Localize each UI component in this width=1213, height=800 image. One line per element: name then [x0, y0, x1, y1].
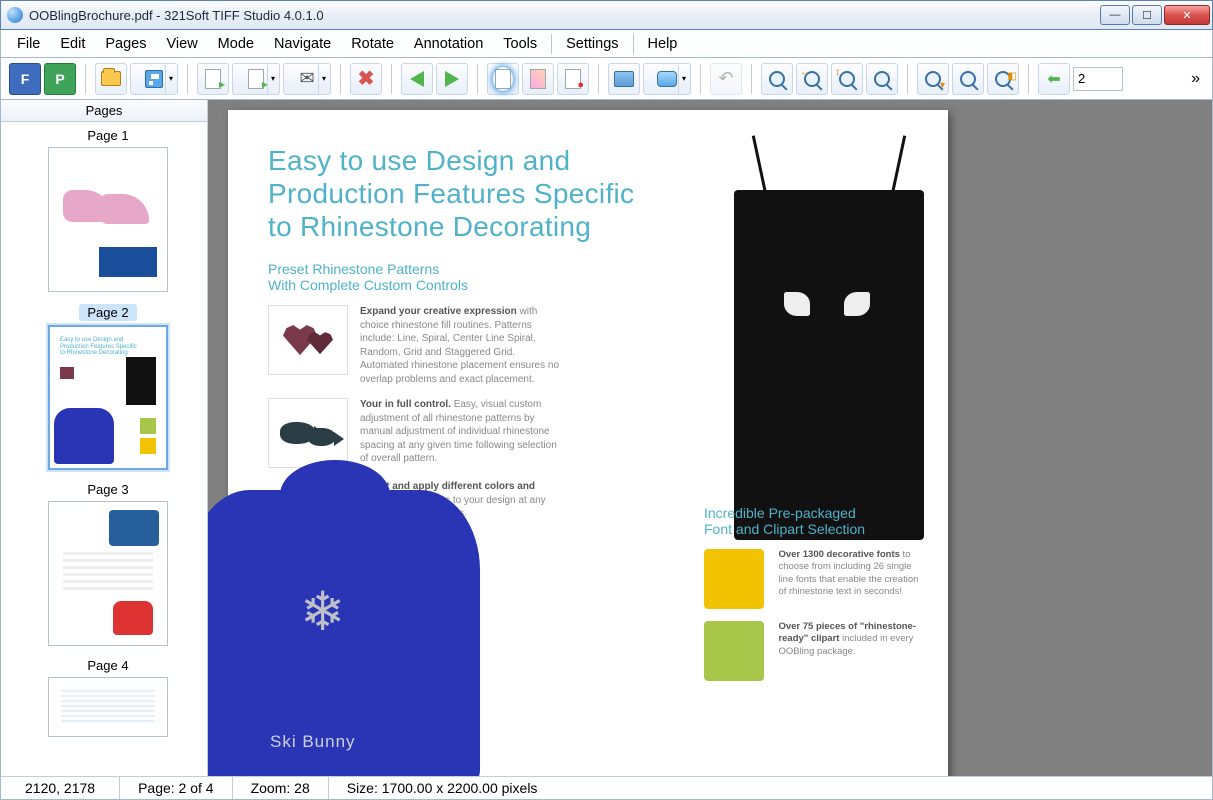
- zoom-fit-icon: [960, 71, 976, 87]
- save-icon: [145, 70, 163, 88]
- page-number-input[interactable]: [1073, 67, 1123, 91]
- new-file-button[interactable]: F: [9, 63, 41, 95]
- export-button[interactable]: ▸▾: [232, 63, 280, 95]
- clipart-icon: [704, 621, 764, 681]
- app-icon: [7, 7, 23, 23]
- statusbar: 2120, 2178 Page: 2 of 4 Zoom: 28 Size: 1…: [0, 776, 1213, 800]
- thumbnail-page-4[interactable]: Page 4: [9, 658, 207, 737]
- document-viewer[interactable]: Easy to use Design and Production Featur…: [208, 100, 1212, 776]
- pages-sidebar: Pages Page 1 Page 2 Easy to use Design a…: [1, 100, 208, 776]
- page-go-icon: ⬅: [1047, 69, 1060, 89]
- zoom-width-icon: ↔: [804, 71, 820, 87]
- scanner-icon: [614, 71, 634, 87]
- zoom-select-button[interactable]: ◧: [987, 63, 1019, 95]
- next-page-button[interactable]: [436, 63, 468, 95]
- menu-navigate[interactable]: Navigate: [264, 32, 341, 56]
- toolbar-overflow-button[interactable]: »: [1183, 70, 1208, 88]
- x-icon: ✖: [358, 66, 375, 91]
- zoom-out-button[interactable]: [866, 63, 898, 95]
- pages-panel-title: Pages: [1, 100, 207, 122]
- save-button[interactable]: ▾: [130, 63, 178, 95]
- open-button[interactable]: [95, 63, 127, 95]
- zoom-actual-icon: ▾: [925, 71, 941, 87]
- zoom-height-button[interactable]: ↕: [831, 63, 863, 95]
- status-coords: 2120, 2178: [1, 777, 120, 799]
- thumbnail-label: Page 2: [79, 304, 136, 321]
- minimize-button[interactable]: —: [1100, 5, 1130, 25]
- menu-rotate[interactable]: Rotate: [341, 32, 404, 56]
- tank-top-image: [734, 190, 924, 540]
- fish-icon: [268, 398, 348, 468]
- menubar: File Edit Pages View Mode Navigate Rotat…: [0, 30, 1213, 58]
- menu-help[interactable]: Help: [638, 32, 688, 56]
- fonts-icon: [704, 549, 764, 609]
- prev-page-button[interactable]: [401, 63, 433, 95]
- status-zoom: Zoom: 28: [233, 777, 329, 799]
- hoodie-text: Ski Bunny: [270, 732, 356, 752]
- document-page: Easy to use Design and Production Featur…: [228, 110, 948, 776]
- zoom-actual-button[interactable]: ▾: [917, 63, 949, 95]
- close-button[interactable]: ✕: [1164, 5, 1210, 25]
- page-out-icon: ▸: [248, 69, 264, 89]
- menu-settings[interactable]: Settings: [556, 32, 628, 56]
- window-title: OOBlingBrochure.pdf - 321Soft TIFF Studi…: [29, 8, 1100, 23]
- chevron-down-icon[interactable]: ▾: [678, 65, 689, 93]
- capture-button[interactable]: ▾: [643, 63, 691, 95]
- thumbnail-page-3[interactable]: Page 3: [9, 482, 207, 646]
- chevron-down-icon[interactable]: ▾: [165, 65, 176, 93]
- hoodie-image: ❄ Ski Bunny: [208, 490, 480, 776]
- hearts-icon: [268, 305, 348, 375]
- camera-icon: [657, 71, 677, 87]
- menu-mode[interactable]: Mode: [208, 32, 264, 56]
- print-all-button[interactable]: [522, 63, 554, 95]
- email-button[interactable]: ✉▾: [283, 63, 331, 95]
- menu-file[interactable]: File: [7, 32, 50, 56]
- zoom-out-icon: [874, 71, 890, 87]
- menu-edit[interactable]: Edit: [50, 32, 95, 56]
- doc-section-fonts: Incredible Pre-packagedFont and Clipart …: [704, 505, 924, 681]
- folder-open-icon: [101, 71, 121, 86]
- goto-page-button[interactable]: ⬅: [1038, 63, 1070, 95]
- status-size: Size: 1700.00 x 2200.00 pixels: [329, 777, 1212, 799]
- status-page: Page: 2 of 4: [120, 777, 233, 799]
- thumbnail-page-2[interactable]: Page 2 Easy to use Design andProduction …: [9, 304, 207, 470]
- thumbnail-page-1[interactable]: Page 1: [9, 128, 207, 292]
- import-button[interactable]: ▸: [197, 63, 229, 95]
- zoom-select-icon: ◧: [995, 71, 1011, 87]
- thumbnail-label: Page 3: [87, 482, 128, 497]
- thumbnail-label: Page 4: [87, 658, 128, 673]
- chevron-down-icon[interactable]: ▾: [267, 65, 278, 93]
- print-all-icon: [530, 69, 546, 89]
- page-thumbnails[interactable]: Page 1 Page 2 Easy to use Design andProd…: [1, 122, 207, 776]
- chevron-down-icon[interactable]: ▾: [318, 65, 329, 93]
- envelope-icon: ✉: [299, 68, 314, 89]
- print-icon: [495, 69, 511, 89]
- print-button[interactable]: [487, 63, 519, 95]
- delete-button[interactable]: ✖: [350, 63, 382, 95]
- page-in-icon: ▸: [205, 69, 221, 89]
- arrow-left-icon: [410, 71, 424, 87]
- scan-button[interactable]: [608, 63, 640, 95]
- zoom-width-button[interactable]: ↔: [796, 63, 828, 95]
- menu-view[interactable]: View: [157, 32, 208, 56]
- zoom-in-button[interactable]: [761, 63, 793, 95]
- snowflake-icon: ❄: [300, 580, 345, 643]
- print-setup-button[interactable]: ●: [557, 63, 589, 95]
- zoom-fit-button[interactable]: [952, 63, 984, 95]
- menu-tools[interactable]: Tools: [493, 32, 547, 56]
- undo-button[interactable]: ↶: [710, 63, 742, 95]
- menu-pages[interactable]: Pages: [95, 32, 156, 56]
- zoom-in-icon: [769, 71, 785, 87]
- maximize-button[interactable]: ☐: [1132, 5, 1162, 25]
- undo-icon: ↶: [718, 68, 733, 89]
- new-project-button[interactable]: P: [44, 63, 76, 95]
- zoom-height-icon: ↕: [839, 71, 855, 87]
- titlebar: OOBlingBrochure.pdf - 321Soft TIFF Studi…: [0, 0, 1213, 30]
- arrow-right-icon: [445, 71, 459, 87]
- toolbar: F P ▾ ▸ ▸▾ ✉▾ ✖ ● ▾ ↶ ↔ ↕ ▾: [0, 58, 1213, 100]
- thumbnail-label: Page 1: [87, 128, 128, 143]
- menu-annotation[interactable]: Annotation: [404, 32, 493, 56]
- print-setup-icon: ●: [565, 69, 581, 89]
